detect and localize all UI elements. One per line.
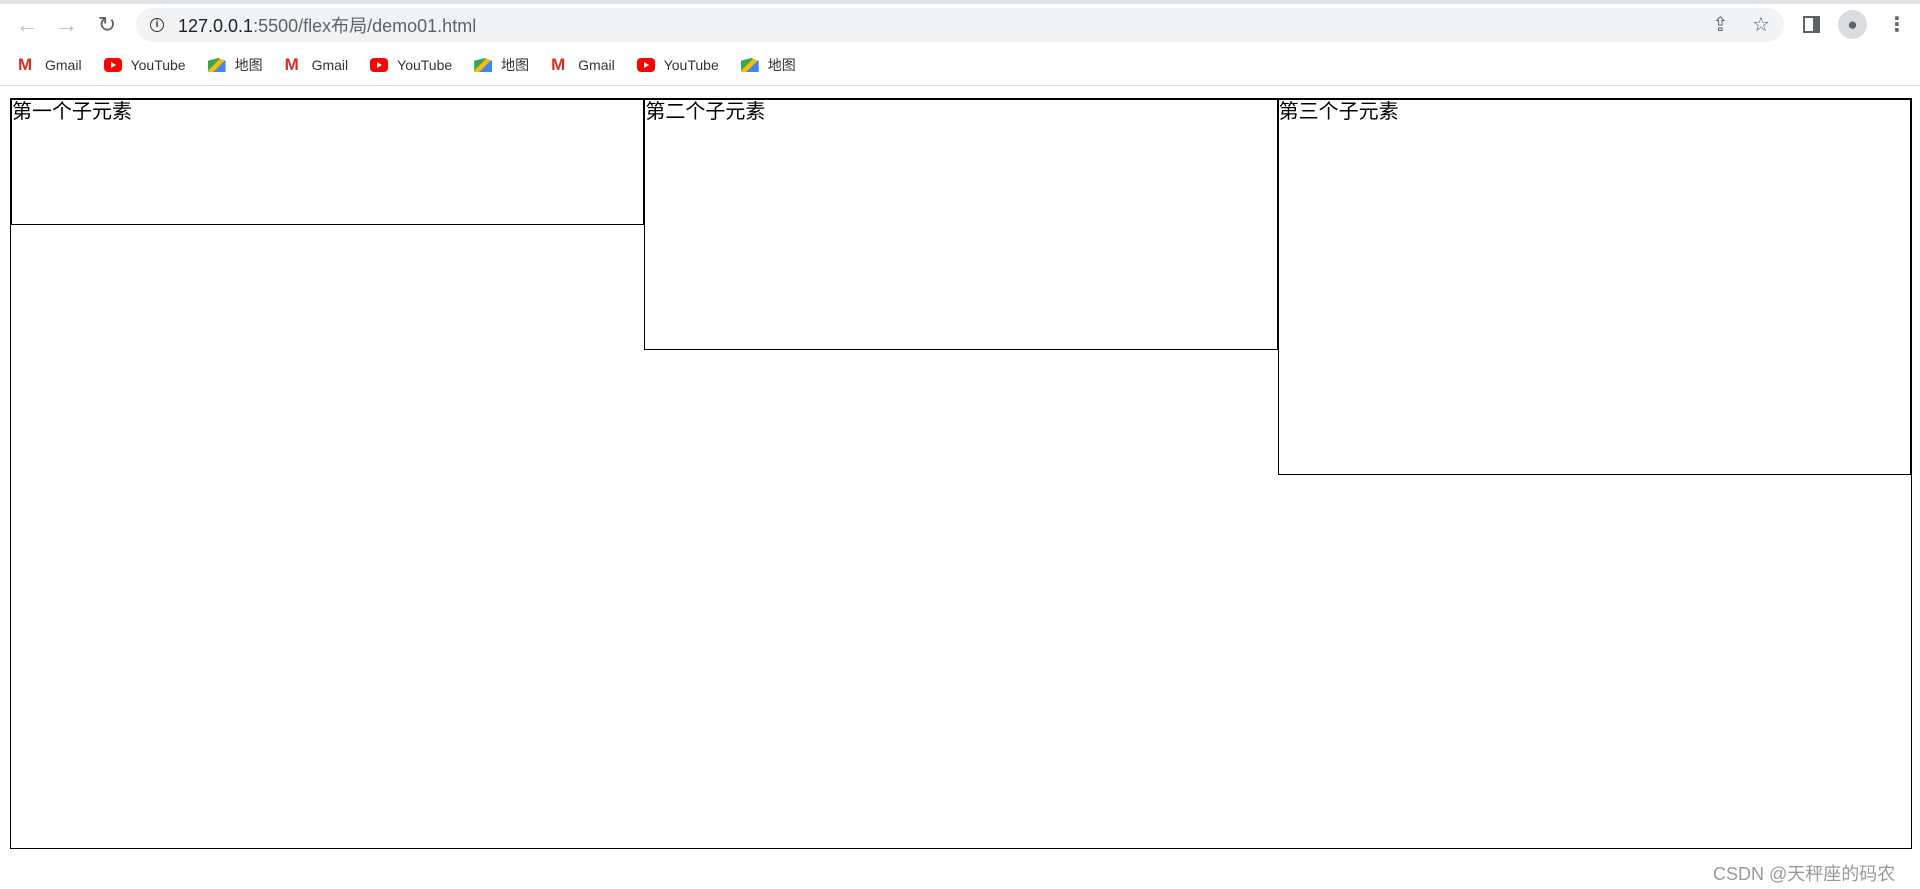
youtube-icon [370, 58, 389, 72]
bookmark-label: YouTube [130, 57, 186, 73]
url-host: 127.0.0.1 [178, 16, 254, 36]
maps-icon [207, 58, 226, 72]
share-icon[interactable]: ⇪ [1712, 12, 1729, 37]
bookmark-label: 地图 [767, 57, 796, 73]
youtube-icon [103, 58, 122, 72]
flex-container: 第一个子元素 第二个子元素 第三个子元素 [10, 98, 1912, 849]
maps-icon [740, 58, 759, 72]
bookmarks-bar: M Gmail YouTube 地图 M Gmail YouTube 地图 M Gmail YouT… [18, 54, 818, 76]
child-box-2: 第二个子元素 [644, 99, 1278, 350]
menu-kebab-icon[interactable]: ⋮ [1887, 12, 1907, 37]
url-path: :5500/flex布局/demo01.html [253, 16, 477, 36]
bookmark-item[interactable]: 地图 [207, 54, 263, 76]
bookmark-label: Gmail [45, 57, 82, 73]
back-icon[interactable]: ← [12, 12, 42, 38]
star-icon[interactable]: ☆ [1752, 12, 1770, 37]
child-box-1: 第一个子元素 [11, 99, 645, 225]
bookmark-item[interactable]: M Gmail [551, 54, 615, 76]
bookmark-item[interactable]: YouTube [370, 54, 452, 76]
side-panel-icon[interactable] [1803, 16, 1820, 33]
bookmark-label: Gmail [311, 57, 349, 73]
watermark: CSDN @天秤座的码农 [1713, 864, 1896, 884]
bookmark-item[interactable]: M Gmail [285, 54, 349, 76]
site-info-icon[interactable]: i [150, 18, 164, 32]
gmail-icon: M [18, 55, 33, 74]
bookmark-item[interactable]: YouTube [103, 54, 186, 76]
forward-icon[interactable]: → [52, 12, 82, 38]
browser-toolbar: ← → ↻ i 127.0.0.1:5500/flex布局/demo01.htm… [0, 0, 1920, 86]
bookmark-label: YouTube [397, 57, 453, 73]
tab-strip [0, 0, 1920, 4]
reload-icon[interactable]: ↻ [92, 12, 122, 38]
gmail-icon: M [551, 55, 566, 74]
youtube-icon [636, 58, 655, 72]
bookmark-item[interactable]: YouTube [636, 54, 719, 76]
profile-avatar-icon[interactable]: ● [1838, 10, 1867, 39]
address-bar[interactable]: i 127.0.0.1:5500/flex布局/demo01.html [136, 8, 1784, 42]
url-text[interactable]: 127.0.0.1:5500/flex布局/demo01.html [178, 12, 476, 38]
bookmark-item[interactable]: M Gmail [18, 54, 82, 76]
bookmark-item[interactable]: 地图 [474, 54, 529, 76]
bookmark-label: YouTube [663, 57, 719, 73]
bookmark-item[interactable]: 地图 [740, 54, 796, 76]
maps-icon [474, 58, 493, 72]
bookmark-label: Gmail [578, 57, 615, 73]
bookmark-label: 地图 [234, 57, 263, 73]
gmail-icon: M [284, 55, 299, 74]
child-box-3: 第三个子元素 [1277, 99, 1911, 475]
bookmark-label: 地图 [501, 57, 530, 73]
